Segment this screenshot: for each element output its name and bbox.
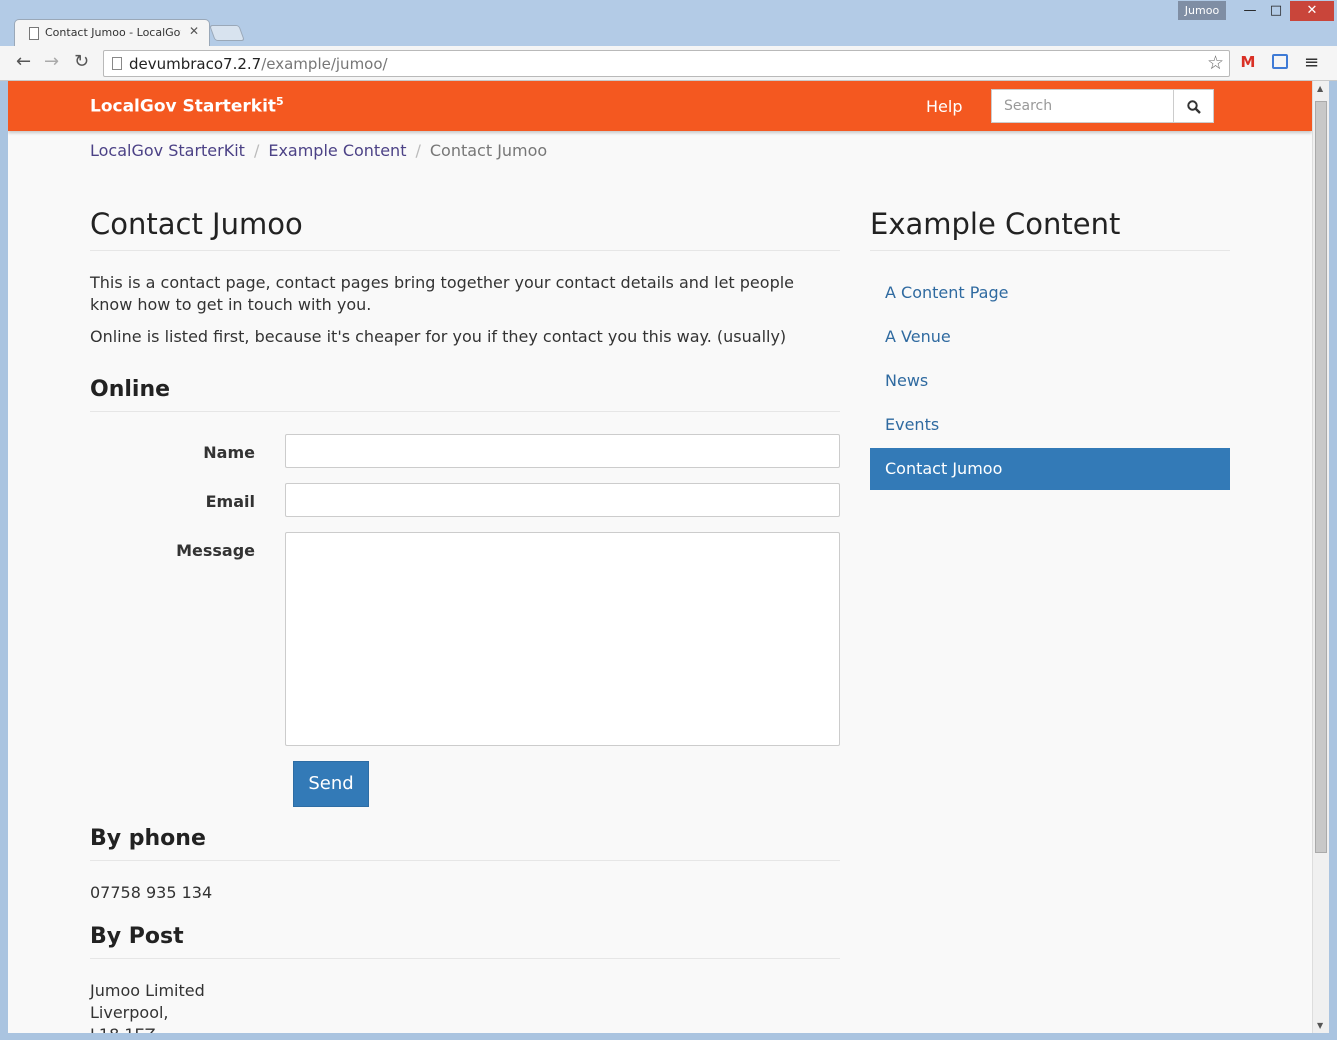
close-window-button[interactable]: ✕ — [1290, 1, 1334, 21]
new-tab-button[interactable] — [209, 25, 245, 41]
breadcrumb-separator: / — [415, 141, 421, 160]
sidebar-heading: Example Content — [870, 207, 1230, 251]
email-label: Email — [205, 492, 255, 511]
scroll-down-arrow-icon[interactable]: ▼ — [1317, 1021, 1323, 1030]
url-path: /example/jumoo/ — [261, 55, 388, 73]
scrollbar-thumb[interactable] — [1315, 101, 1327, 853]
breadcrumb-current: Contact Jumoo — [429, 141, 548, 160]
search-input[interactable]: Search — [991, 89, 1174, 123]
window-titlebar: Jumoo — □ ✕ Contact Jumoo - LocalGov ✕ — [0, 0, 1337, 47]
menu-icon[interactable]: ≡ — [1304, 52, 1319, 73]
url-text: devumbraco7.2.7/example/jumoo/ — [129, 55, 388, 73]
intro-paragraph-2: Online is listed first, because it's che… — [90, 327, 787, 346]
post-heading: By Post — [90, 924, 840, 959]
reload-icon[interactable]: ↻ — [74, 51, 89, 73]
name-field[interactable] — [285, 434, 840, 468]
bookmark-star-icon[interactable]: ☆ — [1207, 52, 1224, 74]
url-host: devumbraco7.2.7 — [129, 55, 262, 73]
forward-arrow-icon[interactable]: → — [44, 51, 59, 73]
sidebar-item-venue[interactable]: A Venue — [870, 316, 1230, 358]
address-bar[interactable]: devumbraco7.2.7/example/jumoo/ ☆ — [103, 50, 1230, 77]
page-viewport: LocalGov Starterkit5 Help Search LocalGo… — [8, 81, 1312, 1033]
sidebar-item-news[interactable]: News — [870, 360, 1230, 402]
address-line: Liverpool, — [90, 1003, 169, 1022]
online-heading: Online — [90, 377, 840, 412]
extension-icon[interactable] — [1272, 54, 1288, 69]
sidebar-item-contact-jumoo[interactable]: Contact Jumoo — [870, 448, 1230, 490]
brand-text: LocalGov Starterkit — [90, 96, 277, 117]
breadcrumb-section-link[interactable]: Example Content — [268, 141, 406, 160]
phone-number: 07758 935 134 — [90, 883, 213, 902]
gmail-icon[interactable]: M — [1238, 54, 1258, 70]
page-title: Contact Jumoo — [90, 207, 840, 251]
close-tab-icon[interactable]: ✕ — [189, 24, 199, 38]
search-button[interactable] — [1173, 89, 1214, 123]
email-field[interactable] — [285, 483, 840, 517]
page-icon — [112, 57, 122, 70]
send-button[interactable]: Send — [293, 761, 369, 807]
address-line: L18 1EZ — [90, 1024, 156, 1033]
scroll-up-arrow-icon[interactable]: ▲ — [1317, 84, 1323, 93]
address-line: Jumoo Limited — [90, 981, 205, 1000]
message-textarea[interactable] — [285, 532, 840, 746]
name-label: Name — [203, 443, 255, 462]
brand-superscript: 5 — [276, 95, 284, 108]
page-icon — [29, 27, 39, 40]
search-icon — [1186, 99, 1201, 114]
phone-heading: By phone — [90, 826, 840, 861]
sidebar-item-content-page[interactable]: A Content Page — [870, 272, 1230, 314]
sidebar-item-events[interactable]: Events — [870, 404, 1230, 446]
window-frame-bottom — [0, 1033, 1337, 1040]
intro-paragraph: This is a contact page, contact pages br… — [90, 273, 795, 314]
tab-title: Contact Jumoo - LocalGov — [45, 26, 181, 39]
site-brand[interactable]: LocalGov Starterkit5 — [90, 95, 284, 117]
browser-toolbar: ← → ↻ devumbraco7.2.7/example/jumoo/ ☆ — [0, 46, 1337, 81]
message-label: Message — [176, 541, 255, 560]
vertical-scrollbar[interactable]: ▲ ▼ — [1312, 81, 1329, 1033]
back-arrow-icon[interactable]: ← — [16, 51, 31, 73]
profile-badge[interactable]: Jumoo — [1178, 1, 1226, 20]
minimize-button[interactable]: — — [1236, 1, 1264, 21]
breadcrumb-separator: / — [253, 141, 260, 160]
breadcrumb: LocalGov StarterKit / Example Content / Cont… — [90, 141, 547, 160]
help-link[interactable]: Help — [926, 97, 962, 116]
breadcrumb-home-link[interactable]: LocalGov StarterKit — [90, 141, 245, 160]
site-navbar: LocalGov Starterkit5 Help Search — [8, 81, 1312, 131]
browser-tab[interactable]: Contact Jumoo - LocalGov ✕ — [14, 19, 210, 47]
maximize-button[interactable]: □ — [1262, 1, 1290, 21]
